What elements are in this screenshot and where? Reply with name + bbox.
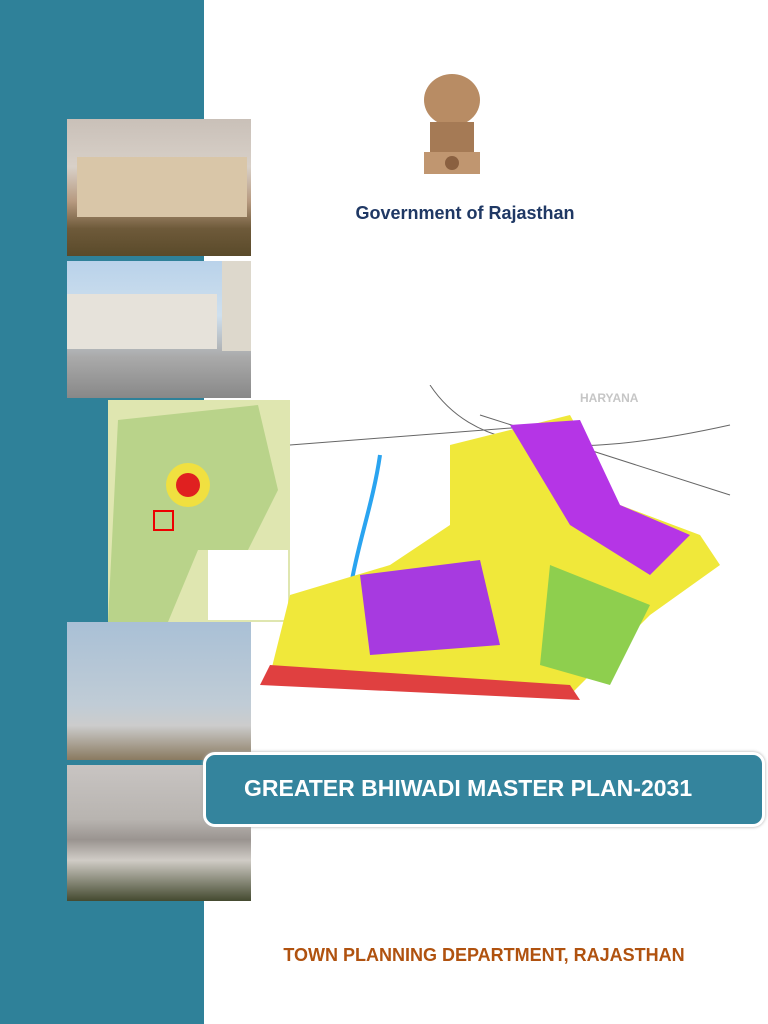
photo-gated-complex: [67, 261, 251, 398]
government-heading: Government of Rajasthan: [355, 203, 575, 223]
state-emblem-icon: [424, 74, 480, 174]
photo-industrial-area: [67, 622, 251, 760]
photo-apartment-buildings: [67, 119, 251, 256]
master-plan-map: HARYANA: [260, 385, 731, 700]
department-footer: TOWN PLANNING DEPARTMENT, RAJASTHAN: [283, 945, 685, 965]
document-title: GREATER BHIWADI MASTER PLAN-2031: [244, 775, 693, 801]
title-banner: GREATER BHIWADI MASTER PLAN-2031: [203, 752, 765, 827]
map-label-haryana: HARYANA: [580, 391, 639, 405]
